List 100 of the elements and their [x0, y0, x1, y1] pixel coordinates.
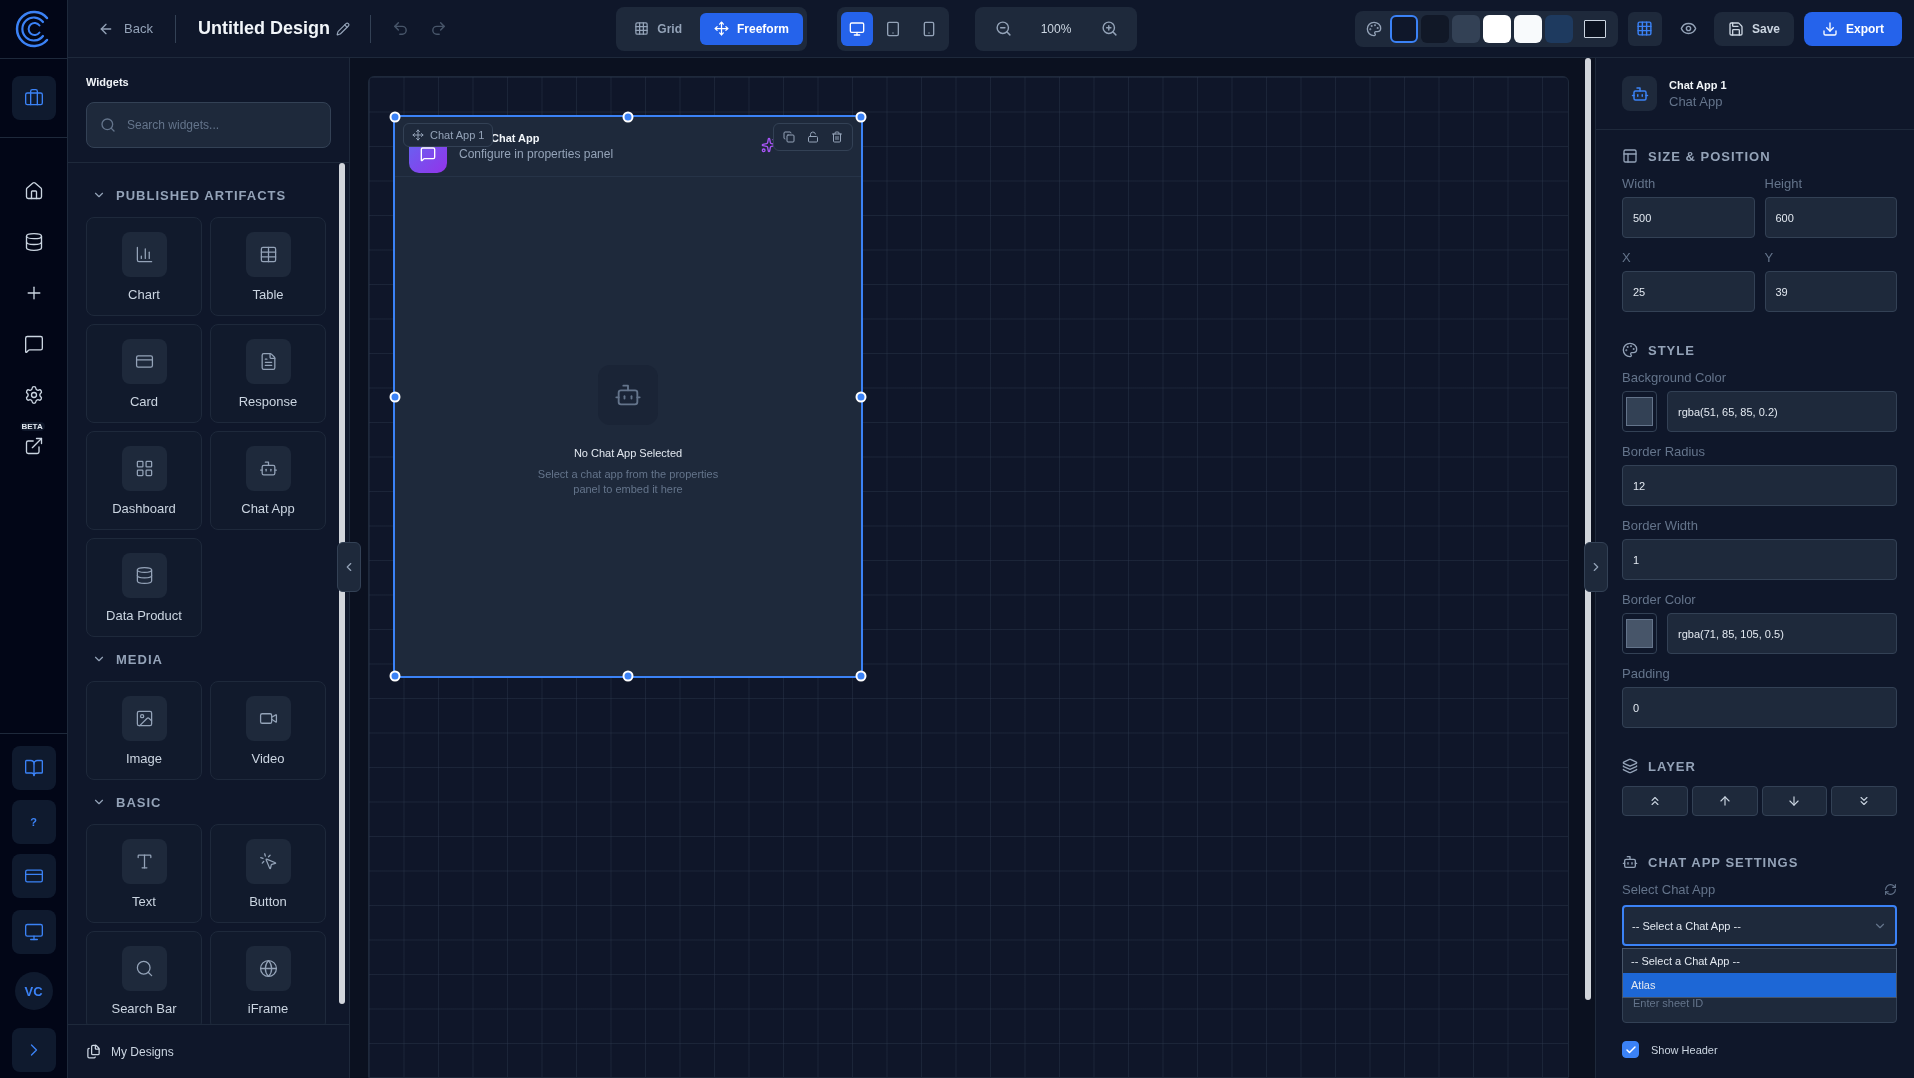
- panel-title: Widgets: [86, 76, 130, 88]
- resize-handle[interactable]: [389, 670, 401, 682]
- zoom-in-icon: [1100, 20, 1118, 37]
- section-title: CHAT APP SETTINGS: [1648, 854, 1799, 870]
- redo-icon: [430, 20, 448, 37]
- resize-handle[interactable]: [389, 111, 401, 123]
- field-label: Y: [1764, 250, 1775, 265]
- widget-subtitle: Configure in properties panel: [459, 147, 614, 161]
- eye-icon: [1680, 20, 1698, 37]
- widget-card[interactable]: Data Product: [86, 538, 202, 637]
- resize-handle[interactable]: [622, 111, 634, 123]
- empty-text: Select a chat app from the properties panel to embed it here: [536, 467, 720, 498]
- design-title: Untitled Design: [197, 18, 330, 39]
- text-field[interactable]: 12: [1622, 465, 1897, 506]
- home-icon: [23, 181, 44, 201]
- pencil-icon: [335, 21, 350, 36]
- move-icon: [412, 129, 424, 141]
- resize-handle[interactable]: [855, 670, 867, 682]
- widget-card[interactable]: Image: [86, 681, 202, 780]
- beta-badge: BETA: [19, 422, 45, 431]
- trash-icon: [831, 131, 843, 143]
- grid-toggle-button[interactable]: [1627, 11, 1662, 46]
- widget-card[interactable]: Response: [210, 324, 326, 423]
- theme-swatch[interactable]: [1513, 14, 1542, 43]
- database-icon: [134, 565, 154, 585]
- widget-card[interactable]: Chat App: [210, 431, 326, 530]
- database-icon: [23, 232, 44, 252]
- text-field[interactable]: 0: [1622, 687, 1897, 728]
- resize-handle[interactable]: [855, 391, 867, 402]
- move-icon: [714, 21, 729, 36]
- widget-card[interactable]: Dashboard: [86, 431, 202, 530]
- theme-swatch[interactable]: [1389, 14, 1418, 43]
- chat-icon: [23, 334, 44, 354]
- section-title: LAYER: [1648, 758, 1696, 774]
- widget-card[interactable]: Video: [210, 681, 326, 780]
- book-icon: [23, 758, 44, 778]
- briefcase-button[interactable]: [11, 76, 56, 120]
- widget-card[interactable]: Chart: [86, 217, 202, 316]
- table-icon: [258, 244, 278, 264]
- widget-card[interactable]: Card: [86, 324, 202, 423]
- search-field[interactable]: Search widgets...: [86, 102, 331, 148]
- scrollbar[interactable]: [1585, 58, 1591, 1000]
- layout-icon: [1622, 148, 1638, 164]
- section-header[interactable]: BASIC: [86, 780, 168, 824]
- section-header[interactable]: MEDIA: [86, 637, 169, 681]
- settings-icon: [23, 385, 44, 405]
- view-mode-tab[interactable]: Freeform: [700, 12, 804, 45]
- theme-swatch[interactable]: [1482, 14, 1511, 43]
- pointer-click-icon: [258, 851, 278, 871]
- widget-card[interactable]: Text: [86, 824, 202, 923]
- resize-handle[interactable]: [855, 111, 867, 123]
- widget-card[interactable]: Search Bar: [86, 931, 202, 1024]
- theme-swatch[interactable]: [1544, 14, 1573, 43]
- external-link-icon: [23, 436, 44, 456]
- card-button[interactable]: [11, 854, 56, 898]
- widget-card[interactable]: iFrame: [210, 931, 326, 1024]
- section-title: STYLE: [1648, 342, 1695, 358]
- resize-handle[interactable]: [622, 670, 634, 682]
- grid-icon: [634, 21, 650, 36]
- dropdown-option[interactable]: -- Select a Chat App --: [1623, 949, 1896, 973]
- robot-icon: [1622, 854, 1638, 870]
- section-header[interactable]: PUBLISHED ARTIFACTS: [86, 173, 293, 217]
- text-field[interactable]: 1: [1622, 539, 1897, 580]
- expand-panel-button[interactable]: [1584, 542, 1608, 592]
- widget-card[interactable]: Button: [210, 824, 326, 923]
- send-backward-button[interactable]: [1761, 786, 1828, 816]
- color-picker[interactable]: [1622, 613, 1657, 654]
- robot-icon: [1630, 84, 1649, 103]
- back-button[interactable]: Back: [98, 20, 153, 37]
- widget-drag-tag[interactable]: Chat App 1: [403, 123, 494, 147]
- desktop-view-button[interactable]: [841, 11, 874, 46]
- chat-app-select[interactable]: -- Select a Chat App --: [1622, 905, 1897, 946]
- number-field[interactable]: 39: [1764, 271, 1897, 312]
- widget-card[interactable]: Table: [210, 217, 326, 316]
- external-link-button[interactable]: BETA: [11, 424, 56, 468]
- dropdown-option[interactable]: Atlas: [1623, 973, 1896, 997]
- field-label: Padding: [1622, 666, 1671, 681]
- zoom-level: 100%: [1039, 21, 1073, 36]
- number-field[interactable]: 500: [1622, 197, 1755, 238]
- help-button[interactable]: ?: [11, 800, 56, 844]
- color-picker[interactable]: [1622, 391, 1657, 432]
- checkbox[interactable]: [1622, 1041, 1639, 1058]
- number-field[interactable]: 600: [1764, 197, 1897, 238]
- view-mode-tab[interactable]: Grid: [620, 12, 696, 45]
- color-field[interactable]: rgba(71, 85, 105, 0.5): [1667, 613, 1897, 654]
- files-icon: [86, 1044, 101, 1059]
- book-button[interactable]: [11, 746, 56, 790]
- scrollbar[interactable]: [339, 163, 345, 1004]
- user-avatar[interactable]: VC: [14, 972, 53, 1010]
- export-button[interactable]: Export: [1804, 11, 1902, 46]
- briefcase-icon: [23, 88, 44, 108]
- field-label: Border Color: [1622, 592, 1697, 607]
- number-field[interactable]: 25: [1622, 271, 1755, 312]
- monitor-button[interactable]: [11, 910, 56, 954]
- unlock-icon: [807, 131, 819, 143]
- tablet-icon: [885, 20, 902, 37]
- resize-handle[interactable]: [389, 391, 401, 402]
- color-field[interactable]: rgba(51, 65, 85, 0.2): [1667, 391, 1897, 432]
- save-button[interactable]: Save: [1713, 11, 1794, 46]
- theme-swatch[interactable]: [1451, 14, 1480, 43]
